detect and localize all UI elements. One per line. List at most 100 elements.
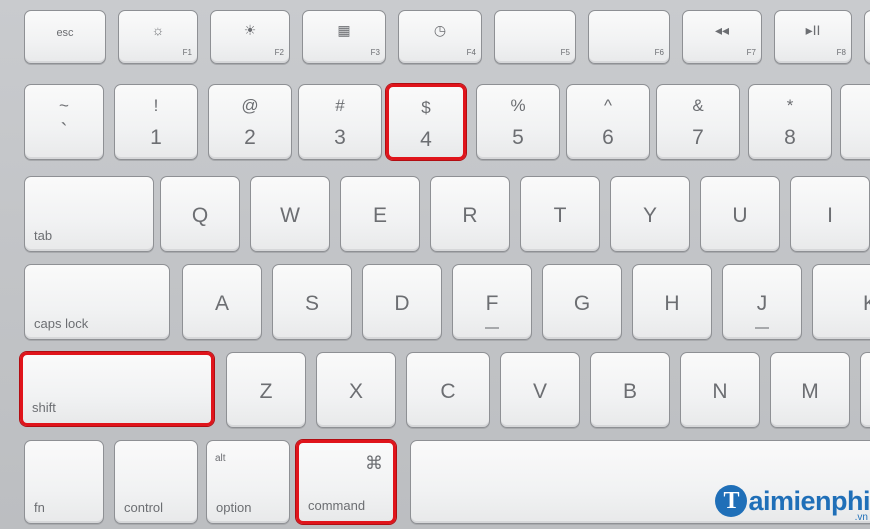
home-nub: [755, 327, 769, 329]
key-char-bottom: 4: [420, 128, 432, 151]
key-option-alt-label: alt: [215, 453, 226, 464]
key-char-top: &: [692, 96, 704, 115]
key-i[interactable]: I: [790, 176, 870, 252]
key-shift-label: shift: [32, 400, 56, 415]
key-t[interactable]: T: [520, 176, 600, 252]
key-letter: C: [440, 380, 456, 403]
key-letter: R: [462, 204, 478, 227]
key-char-top: ^: [604, 96, 612, 115]
logo-text: aimienphi: [748, 485, 870, 516]
key-char-top: !: [153, 96, 159, 115]
key-x[interactable]: X: [316, 352, 396, 428]
key-letter: G: [573, 292, 591, 315]
key-char-top: $: [421, 98, 431, 117]
key-char-bottom: 1: [150, 126, 162, 149]
key-w[interactable]: W: [250, 176, 330, 252]
key-r[interactable]: R: [430, 176, 510, 252]
key-3[interactable]: # 3: [298, 84, 382, 160]
key-b[interactable]: B: [590, 352, 670, 428]
key-letter: I: [827, 204, 833, 227]
key-char-bottom: 8: [784, 126, 796, 149]
key-option[interactable]: alt option: [206, 440, 290, 524]
key-g[interactable]: G: [542, 264, 622, 340]
key-letter: B: [622, 380, 637, 403]
key-f1[interactable]: ☼ F1: [118, 10, 198, 64]
rewind-icon: ◂◂: [714, 22, 730, 38]
key-8[interactable]: * 8: [748, 84, 832, 160]
key-k[interactable]: K: [812, 264, 870, 340]
key-char-bottom: 7: [692, 126, 704, 149]
key-fn[interactable]: fn: [24, 440, 104, 524]
key-letter: N: [712, 380, 728, 403]
key-control[interactable]: control: [114, 440, 198, 524]
key-z[interactable]: Z: [226, 352, 306, 428]
key-command-label: command: [308, 498, 366, 513]
f2-label: F2: [274, 48, 284, 57]
key-2[interactable]: @ 2: [208, 84, 292, 160]
key-letter: W: [280, 204, 300, 227]
key-f5[interactable]: F5: [494, 10, 576, 64]
key-5[interactable]: % 5: [476, 84, 560, 160]
key-f4[interactable]: ◷ F4: [398, 10, 482, 64]
key-letter: E: [372, 204, 387, 227]
f6-label: F6: [654, 48, 664, 57]
key-e[interactable]: E: [340, 176, 420, 252]
key-letter: S: [304, 292, 319, 315]
key-char-top: *: [786, 96, 794, 115]
key-comma-partial[interactable]: [860, 352, 870, 428]
key-7[interactable]: & 7: [656, 84, 740, 160]
key-f7[interactable]: ◂◂ F7: [682, 10, 762, 64]
key-letter: Q: [191, 204, 209, 227]
key-shift[interactable]: shift: [20, 352, 214, 426]
key-1[interactable]: ! 1: [114, 84, 198, 160]
key-control-label: control: [124, 500, 164, 515]
key-f3[interactable]: ▦ F3: [302, 10, 386, 64]
key-a[interactable]: A: [182, 264, 262, 340]
key-char-bottom: 6: [602, 126, 614, 149]
key-command[interactable]: ⌘ command: [296, 440, 396, 524]
key-caps-lock[interactable]: caps lock: [24, 264, 170, 340]
key-4[interactable]: $ 4: [386, 84, 466, 160]
key-m[interactable]: M: [770, 352, 850, 428]
key-f9-partial[interactable]: [864, 10, 870, 64]
expose-icon: ▦: [337, 22, 351, 38]
key-6[interactable]: ^ 6: [566, 84, 650, 160]
key-esc[interactable]: esc: [24, 10, 106, 64]
keyboard: esc ☼ F1 ☀ F2 ▦ F3 ◷ F4 F5 F6 ◂◂ F7 ▸II …: [0, 0, 870, 529]
logo-suffix: .vn: [854, 512, 868, 523]
key-f[interactable]: F: [452, 264, 532, 340]
key-letter: T: [553, 204, 567, 227]
brightness-down-icon: ☼: [151, 22, 165, 38]
key-letter: M: [801, 380, 819, 403]
key-tab-label: tab: [34, 228, 53, 243]
key-q[interactable]: Q: [160, 176, 240, 252]
key-y[interactable]: Y: [610, 176, 690, 252]
key-c[interactable]: C: [406, 352, 490, 428]
brightness-up-icon: ☀: [243, 22, 257, 38]
key-j[interactable]: J: [722, 264, 802, 340]
key-f2[interactable]: ☀ F2: [210, 10, 290, 64]
f1-label: F1: [182, 48, 192, 57]
key-u[interactable]: U: [700, 176, 780, 252]
key-letter: J: [756, 292, 768, 315]
key-s[interactable]: S: [272, 264, 352, 340]
key-char-top: %: [510, 96, 526, 115]
key-letter: X: [348, 380, 363, 403]
key-char-bottom: 2: [244, 126, 256, 149]
key-letter: V: [532, 380, 547, 403]
key-char-top: ~: [59, 96, 69, 115]
key-letter: D: [394, 292, 410, 315]
key-option-label: option: [216, 500, 252, 515]
key-tab[interactable]: tab: [24, 176, 154, 252]
key-d[interactable]: D: [362, 264, 442, 340]
key-fn-label: fn: [34, 500, 45, 515]
key-v[interactable]: V: [500, 352, 580, 428]
key-h[interactable]: H: [632, 264, 712, 340]
key-n[interactable]: N: [680, 352, 760, 428]
key-letter: Y: [642, 204, 657, 227]
key-backtick[interactable]: ~ `: [24, 84, 104, 160]
key-f6[interactable]: F6: [588, 10, 670, 64]
key-9-partial[interactable]: [840, 84, 870, 160]
key-char-top: @: [241, 96, 259, 115]
key-f8[interactable]: ▸II F8: [774, 10, 852, 64]
